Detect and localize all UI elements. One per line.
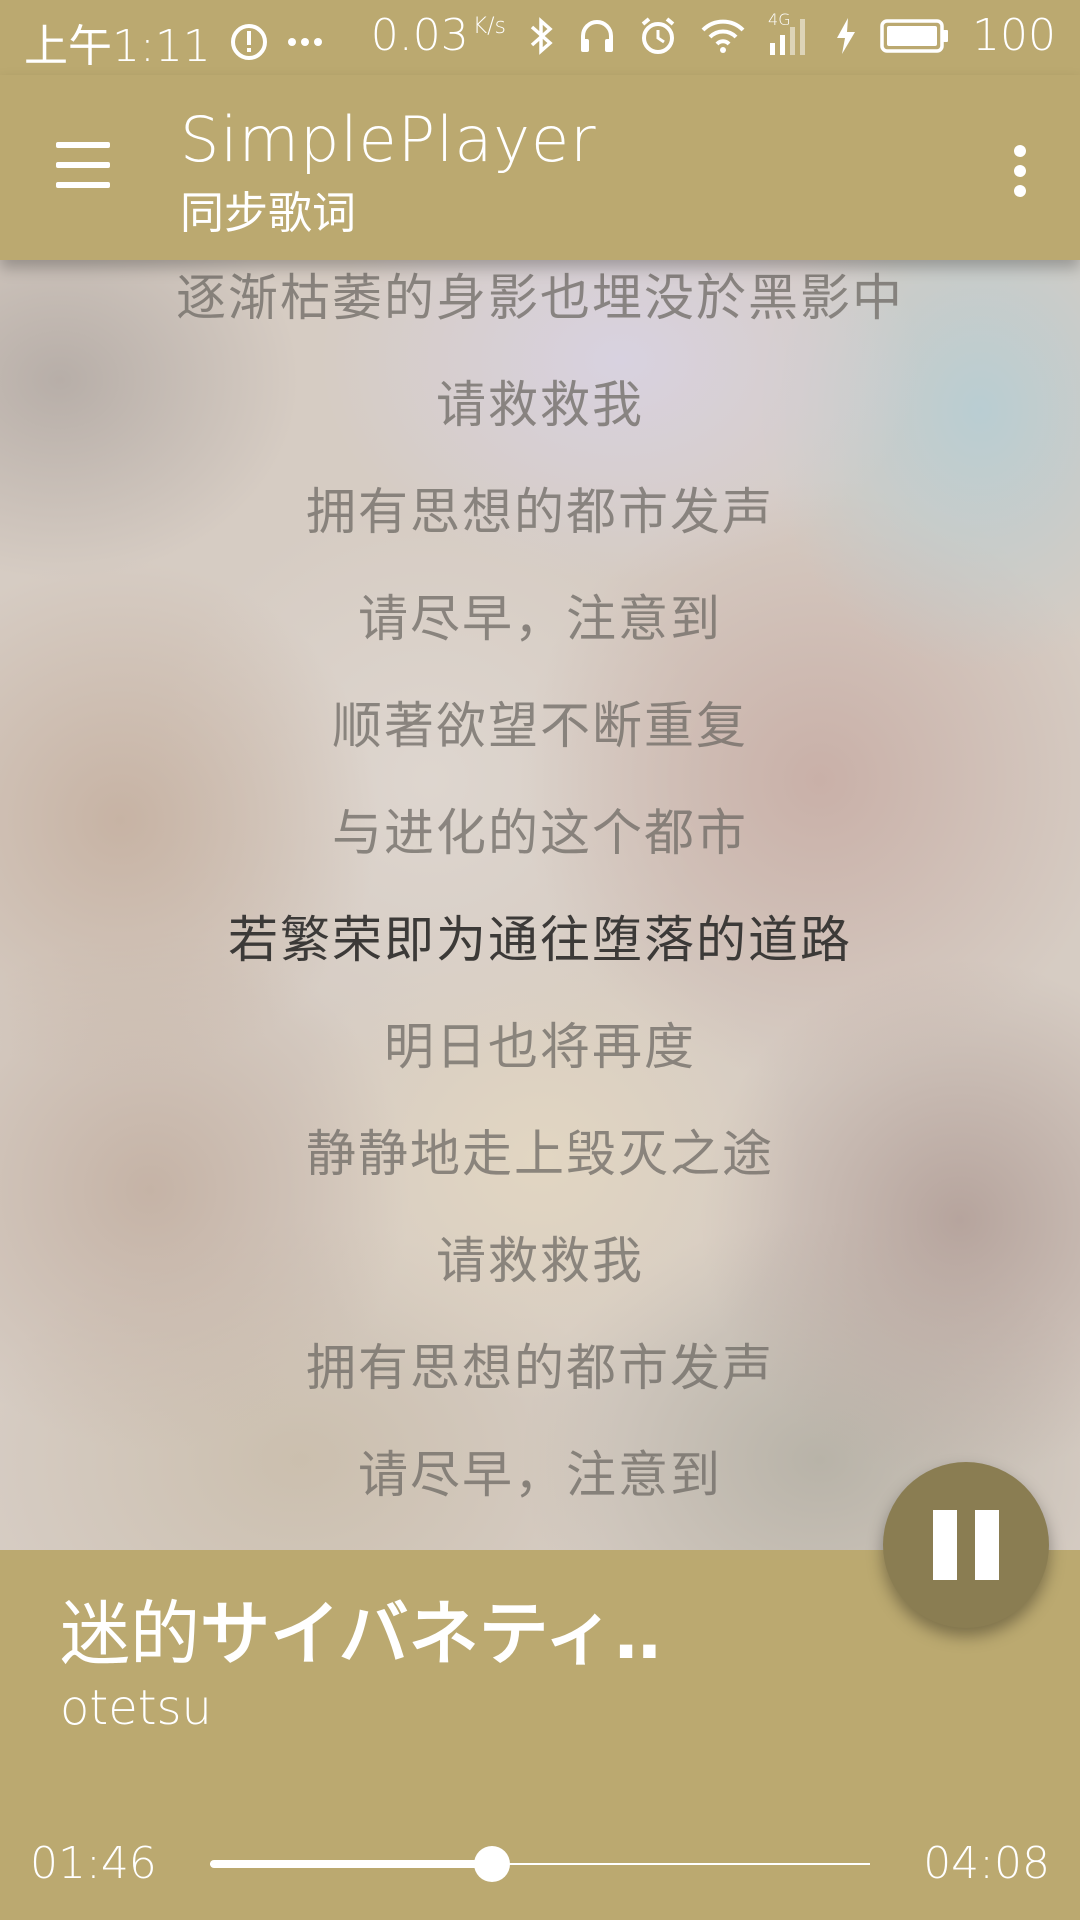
- charging-icon: [834, 16, 858, 56]
- more-vert-icon-dot: [1014, 185, 1026, 197]
- lyric-line: 与进化的这个都市: [332, 804, 748, 862]
- lyrics-view[interactable]: 逐渐枯萎的身影也埋没於黑影中 请救救我 拥有思想的都市发声 请尽早，注意到 顺著欲望不断…: [0, 260, 1080, 1550]
- hamburger-icon-line: [56, 142, 110, 148]
- battery-level: 100: [972, 10, 1056, 61]
- menu-button[interactable]: [50, 130, 120, 200]
- alarm-icon: [638, 16, 678, 56]
- bluetooth-icon: [528, 15, 556, 57]
- alert-circle-icon: [229, 22, 269, 62]
- lyric-line: 拥有思想的都市发声: [306, 1339, 774, 1397]
- progress-thumb[interactable]: [473, 1846, 510, 1882]
- song-artist: otetsu: [60, 1680, 212, 1736]
- network-speed-unit: K/s: [472, 14, 507, 39]
- wifi-icon: [700, 18, 746, 54]
- total-time: 04:08: [923, 1838, 1050, 1889]
- status-bar: 上午1:11 0.03 K/s 4G 100: [0, 0, 1080, 75]
- lyric-line: 逐渐枯萎的身影也埋没於黑影中: [176, 269, 904, 327]
- hamburger-icon-line: [56, 182, 110, 188]
- hamburger-icon-line: [56, 162, 110, 168]
- app-title: SimplePlayer: [180, 103, 597, 176]
- status-time: 上午1:11: [24, 21, 211, 72]
- headphones-icon: [578, 17, 616, 55]
- app-bar: SimplePlayer 同步歌词: [0, 75, 1080, 260]
- more-options-button[interactable]: [990, 125, 1050, 215]
- pause-icon-bar: [933, 1510, 957, 1580]
- lyric-line: 请救救我: [436, 376, 644, 434]
- lyric-line-current: 若繁荣即为通往堕落的道路: [228, 911, 852, 969]
- network-speed: 0.03 K/s: [371, 10, 506, 61]
- status-bar-left: 上午1:11: [24, 10, 323, 74]
- lyric-line: 明日也将再度: [384, 1018, 696, 1076]
- more-dots-icon: [287, 36, 323, 48]
- pause-icon-bar: [975, 1510, 999, 1580]
- signal-icon: 4G: [768, 10, 812, 57]
- app-subtitle: 同步歌词: [180, 188, 356, 239]
- song-title-prefix: 迷的: [60, 1593, 200, 1675]
- elapsed-time: 01:46: [30, 1838, 157, 1889]
- battery-icon: [880, 18, 950, 54]
- progress-fill: [210, 1860, 492, 1868]
- song-title: 迷的サイバネティ‥: [60, 1578, 661, 1679]
- network-speed-value: 0.03: [370, 10, 469, 61]
- more-vert-icon-dot: [1014, 145, 1026, 157]
- lyric-line: 静静地走上毁灭之途: [306, 1125, 774, 1183]
- lyric-line: 顺著欲望不断重复: [332, 697, 748, 755]
- status-bar-right: 0.03 K/s 4G 100: [371, 10, 1056, 62]
- network-type: 4G: [768, 9, 791, 29]
- lyric-line: 请救救我: [436, 1232, 644, 1290]
- more-vert-icon-dot: [1014, 165, 1026, 177]
- lyric-line: 请尽早，注意到: [358, 590, 722, 648]
- song-title-rest: サイバネティ‥: [200, 1593, 662, 1675]
- lyric-line: 拥有思想的都市发声: [306, 483, 774, 541]
- pause-button[interactable]: [883, 1462, 1049, 1628]
